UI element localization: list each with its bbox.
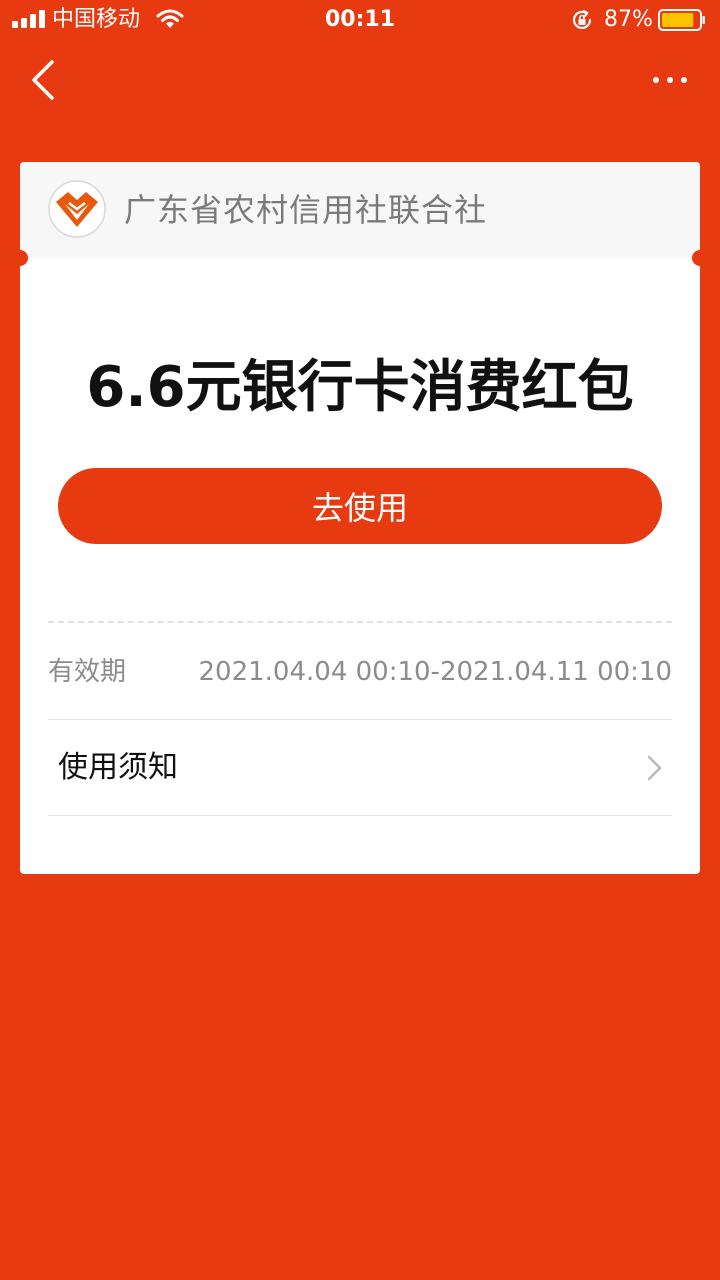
validity-label: 有效期: [48, 657, 127, 687]
battery-icon: [658, 9, 705, 31]
status-bar: 中国移动 00:11 87%: [0, 0, 720, 40]
use-voucher-button[interactable]: 去使用: [58, 468, 662, 544]
card-header: 广东省农村信用社联合社: [20, 162, 700, 258]
row-divider: [48, 815, 672, 816]
usage-notice-label: 使用须知: [58, 750, 178, 785]
rotation-lock-icon: [572, 10, 592, 29]
back-button[interactable]: [26, 58, 62, 102]
validity-row: 有效期 2021.04.04 00:10-2021.04.11 00:10: [48, 646, 672, 698]
chevron-right-icon: [647, 755, 662, 781]
dashed-divider: [48, 621, 672, 623]
voucher-card: 广东省农村信用社联合社 6.6元银行卡消费红包 去使用 有效期 2021.04.…: [20, 162, 700, 874]
validity-period: 2021.04.04 00:10-2021.04.11 00:10: [198, 657, 673, 687]
bank-logo: [48, 180, 106, 238]
more-options-button[interactable]: [648, 68, 692, 92]
battery-percentage: 87%: [604, 7, 653, 32]
bank-name: 广东省农村信用社联合社: [124, 191, 488, 229]
card-notch-right: [692, 250, 700, 266]
voucher-title: 6.6元银行卡消费红包: [86, 355, 634, 420]
usage-notice-row[interactable]: 使用须知: [48, 720, 672, 816]
